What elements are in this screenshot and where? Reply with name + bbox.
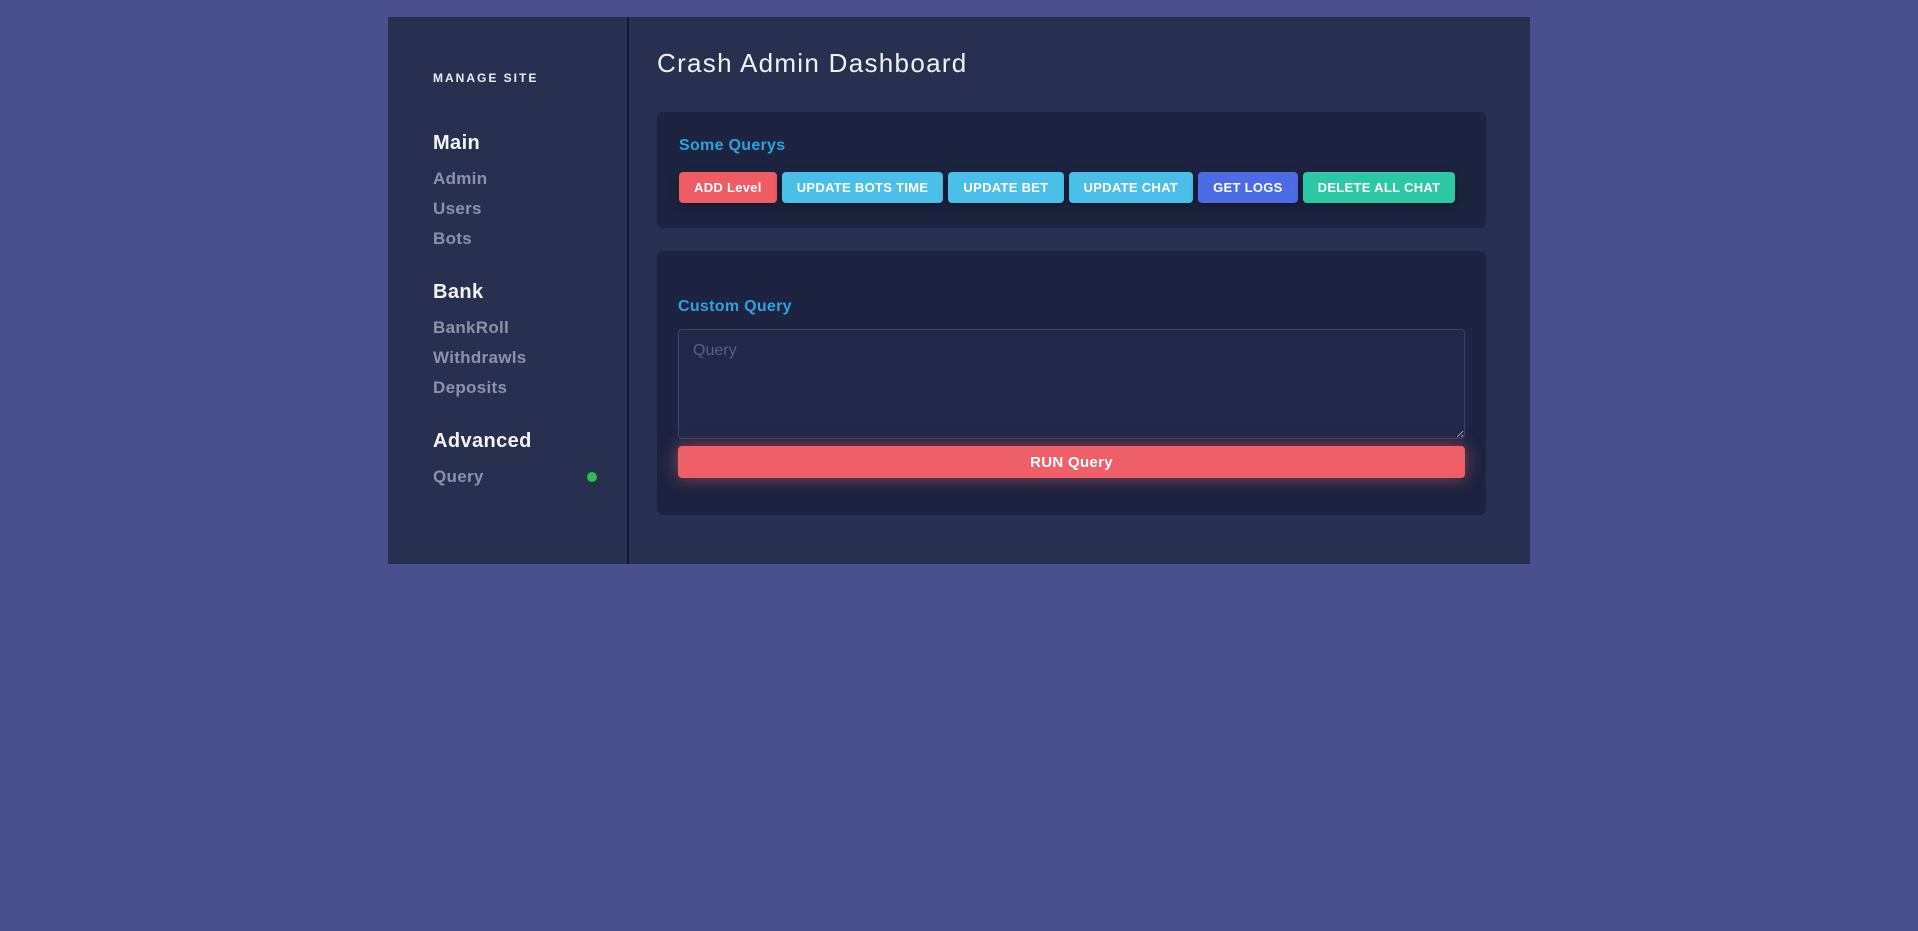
sidebar-item-users[interactable]: Users: [433, 194, 599, 224]
sidebar-brand: MANAGE SITE: [433, 71, 627, 85]
page-title: Crash Admin Dashboard: [657, 48, 1486, 79]
some-querys-heading: Some Querys: [679, 137, 1464, 155]
sidebar-item-deposits[interactable]: Deposits: [433, 373, 599, 403]
sidebar-item-label: Withdrawls: [433, 343, 527, 373]
main-content: Crash Admin Dashboard Some Querys ADD Le…: [629, 17, 1530, 564]
update-bots-time-button[interactable]: UPDATE BOTS TIME: [782, 172, 944, 203]
sidebar-item-label: Bots: [433, 224, 472, 254]
update-chat-button[interactable]: UPDATE CHAT: [1069, 172, 1194, 203]
sidebar-item-bots[interactable]: Bots: [433, 224, 599, 254]
sidebar-item-label: Users: [433, 194, 482, 224]
sidebar-item-label: BankRoll: [433, 313, 509, 343]
sidebar-item-withdrawls[interactable]: Withdrawls: [433, 343, 599, 373]
sidebar-heading-main: Main: [433, 132, 627, 155]
sidebar-item-label: Query: [433, 462, 484, 492]
sidebar-item-query[interactable]: Query: [433, 462, 599, 492]
add-level-button[interactable]: ADD Level: [679, 172, 777, 203]
some-querys-panel: Some Querys ADD Level UPDATE BOTS TIME U…: [657, 112, 1486, 228]
sidebar-section-main: Main Admin Users Bots: [433, 132, 627, 254]
custom-query-heading: Custom Query: [678, 298, 1465, 316]
sidebar-heading-bank: Bank: [433, 281, 627, 304]
query-buttons-row: ADD Level UPDATE BOTS TIME UPDATE BET UP…: [679, 172, 1464, 203]
run-query-button[interactable]: RUN Query: [678, 446, 1465, 478]
sidebar-item-label: Deposits: [433, 373, 507, 403]
admin-app-window: MANAGE SITE Main Admin Users Bots Bank B…: [388, 17, 1530, 564]
sidebar-item-bankroll[interactable]: BankRoll: [433, 313, 599, 343]
update-bet-button[interactable]: UPDATE BET: [948, 172, 1063, 203]
custom-query-input[interactable]: [678, 329, 1465, 439]
sidebar: MANAGE SITE Main Admin Users Bots Bank B…: [388, 17, 629, 564]
sidebar-section-bank: Bank BankRoll Withdrawls Deposits: [433, 281, 627, 403]
delete-all-chat-button[interactable]: DELETE ALL CHAT: [1303, 172, 1456, 203]
sidebar-heading-advanced: Advanced: [433, 430, 627, 453]
custom-query-panel: Custom Query RUN Query: [657, 251, 1486, 515]
sidebar-item-admin[interactable]: Admin: [433, 164, 599, 194]
get-logs-button[interactable]: GET LOGS: [1198, 172, 1298, 203]
sidebar-item-label: Admin: [433, 164, 487, 194]
online-status-dot-icon: [587, 472, 597, 482]
sidebar-section-advanced: Advanced Query: [433, 430, 627, 492]
